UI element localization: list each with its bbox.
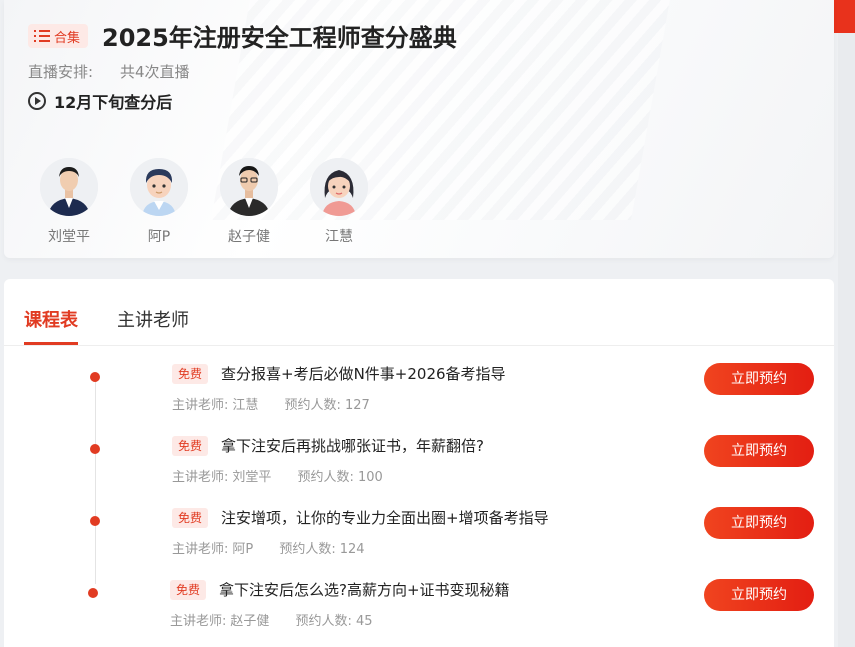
list-icon xyxy=(34,30,50,42)
session-meta: 主讲老师: 赵子健 预约人数: 45 xyxy=(170,610,372,629)
session-title[interactable]: 拿下注安后怎么选?高薪方向+证书变现秘籍 xyxy=(219,579,510,600)
session-title[interactable]: 拿下注安后再挑战哪张证书，年薪翻倍? xyxy=(221,435,484,456)
session-teacher: 江慧 xyxy=(232,398,259,413)
teacher-name: 阿P xyxy=(147,229,171,245)
schedule-count: 共4次直播 xyxy=(120,63,190,81)
teacher-name: 刘堂平 xyxy=(48,229,90,245)
session-row: 免费 注安增项，让你的专业力全面出圈+增项备考指导 主讲老师: 阿P 预约人数: 1… xyxy=(4,507,834,579)
session-teacher: 刘堂平 xyxy=(232,470,272,485)
session-row: 免费 查分报喜+考后必做N件事+2026备考指导 主讲老师: 江慧 预约人数: 12… xyxy=(4,363,834,435)
session-meta: 主讲老师: 刘堂平 预约人数: 100 xyxy=(172,466,383,485)
timeline-dot xyxy=(88,588,98,598)
male-cartoon-avatar-icon xyxy=(130,158,188,216)
session-row: 免费 拿下注安后再挑战哪张证书，年薪翻倍? 主讲老师: 刘堂平 预约人数: 100 … xyxy=(4,435,834,507)
male-teacher-glasses-avatar-icon xyxy=(220,158,278,216)
timeline-dot xyxy=(90,516,100,526)
session-title[interactable]: 查分报喜+考后必做N件事+2026备考指导 xyxy=(221,363,506,384)
count-label: 预约人数: xyxy=(284,398,341,413)
active-tab-indicator xyxy=(24,342,78,345)
free-badge: 免费 xyxy=(172,364,209,384)
collection-badge-label: 合集 xyxy=(54,30,81,46)
play-circle-icon xyxy=(28,92,46,110)
reserve-button[interactable]: 立即预约 xyxy=(704,579,814,611)
session-teacher: 赵子健 xyxy=(230,614,270,629)
reservation-count: 127 xyxy=(344,398,370,413)
collection-badge: 合集 xyxy=(28,24,89,48)
session-teacher: 阿P xyxy=(232,542,254,557)
teacher-card[interactable]: 刘堂平 xyxy=(34,158,104,246)
teacher-name: 江慧 xyxy=(325,229,353,245)
reservation-count: 124 xyxy=(339,542,365,557)
tab-bar: 课程表 主讲老师 xyxy=(4,279,834,346)
count-label: 预约人数: xyxy=(279,542,336,557)
reserve-button[interactable]: 立即预约 xyxy=(704,363,814,395)
page-title: 2025年注册安全工程师查分盛典 xyxy=(102,24,457,52)
scrollbar-track[interactable] xyxy=(838,0,855,647)
count-label: 预约人数: xyxy=(297,470,354,485)
free-badge: 免费 xyxy=(170,580,207,600)
timeline-dot xyxy=(90,444,100,454)
reserve-button[interactable]: 立即预约 xyxy=(704,435,814,467)
tab-schedule[interactable]: 课程表 xyxy=(24,306,78,332)
teacher-label: 主讲老师: xyxy=(170,614,227,629)
schedule-label: 直播安排: xyxy=(28,63,94,81)
session-title[interactable]: 注安增项，让你的专业力全面出圈+增项备考指导 xyxy=(221,507,549,528)
count-label: 预约人数: xyxy=(295,614,352,629)
teacher-card[interactable]: 江慧 xyxy=(304,158,374,246)
session-meta: 主讲老师: 阿P 预约人数: 124 xyxy=(172,538,365,557)
free-badge: 免费 xyxy=(172,436,209,456)
teacher-label: 主讲老师: xyxy=(172,398,229,413)
teacher-card[interactable]: 赵子健 xyxy=(214,158,284,246)
broadcast-time-text: 12月下旬查分后 xyxy=(54,93,173,112)
reservation-count: 45 xyxy=(355,614,373,629)
course-header: 合集 2025年注册安全工程师查分盛典 直播安排: 共4次直播 12月下旬查分后… xyxy=(4,0,834,258)
teacher-name: 赵子健 xyxy=(228,229,270,245)
teacher-label: 主讲老师: xyxy=(172,542,229,557)
teacher-label: 主讲老师: xyxy=(172,470,229,485)
timeline-dot xyxy=(90,372,100,382)
male-teacher-suit-avatar-icon xyxy=(40,158,98,216)
side-accent xyxy=(834,0,855,33)
tab-teachers[interactable]: 主讲老师 xyxy=(117,306,189,332)
broadcast-time: 12月下旬查分后 xyxy=(28,89,172,113)
session-meta: 主讲老师: 江慧 预约人数: 127 xyxy=(172,394,370,413)
reserve-button[interactable]: 立即预约 xyxy=(704,507,814,539)
free-badge: 免费 xyxy=(172,508,209,528)
teacher-card[interactable]: 阿P xyxy=(124,158,194,246)
schedule-panel: 课程表 主讲老师 免费 查分报喜+考后必做N件事+2026备考指导 主讲老师: 江… xyxy=(4,279,834,647)
session-row: 免费 拿下注安后怎么选?高薪方向+证书变现秘籍 主讲老师: 赵子健 预约人数: 45… xyxy=(4,579,834,647)
reservation-count: 100 xyxy=(357,470,383,485)
female-cartoon-avatar-icon xyxy=(310,158,368,216)
